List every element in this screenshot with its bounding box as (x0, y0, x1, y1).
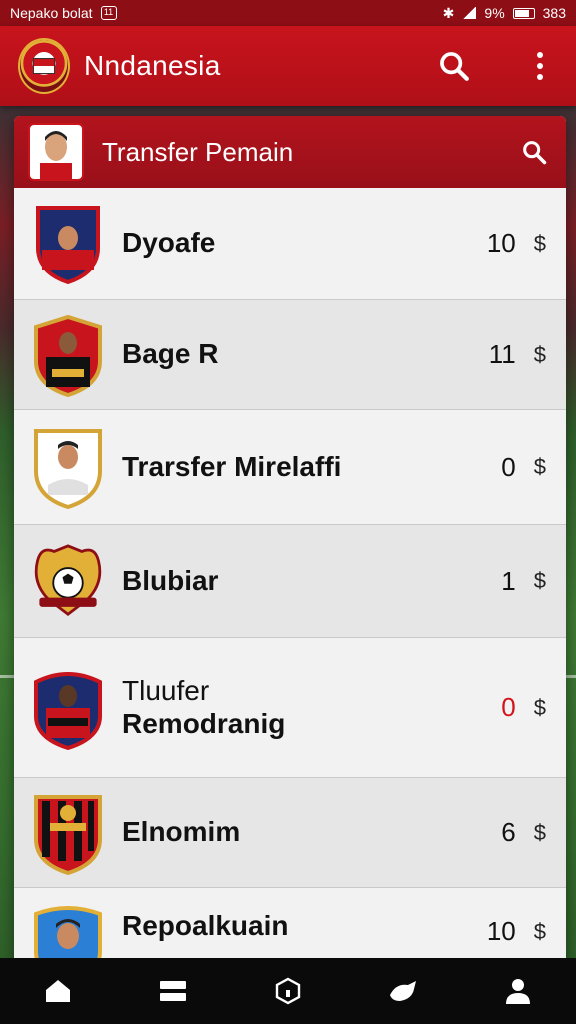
player-subtitle: Tluufer (122, 675, 210, 707)
list-item[interactable]: Dyoafe 10 $ (14, 188, 566, 300)
club-badge-icon (32, 541, 104, 621)
currency-label: $ (533, 918, 546, 944)
notification-icon: 11 (100, 6, 117, 20)
panel-search-button[interactable] (516, 134, 552, 170)
panel-header: Transfer Pemain (14, 116, 566, 188)
search-icon (440, 52, 469, 81)
currency-label: $ (533, 454, 546, 479)
nav-home[interactable] (34, 967, 82, 1015)
bluetooth-icon: ✱ (442, 4, 455, 21)
profile-icon (506, 979, 531, 1004)
club-badge-icon (32, 204, 104, 284)
transfer-count: 6 (501, 817, 516, 847)
battery-percent: 9% (484, 5, 505, 21)
transfer-count: 10 (486, 228, 516, 258)
list-item[interactable]: Tluufer Remodranig 0 $ (14, 638, 566, 778)
transfer-count: 0 (501, 692, 516, 722)
club-badge-icon (32, 314, 104, 397)
player-name: Remodranig (122, 707, 286, 739)
club-badge-icon (32, 793, 104, 875)
player-list: Dyoafe 10 $ Bage R 11 $ Trarsfer Mirelaf… (14, 188, 566, 966)
club-badge-icon (32, 668, 104, 750)
transfer-panel: Transfer Pemain Dyoafe 10 $ Bage R 11 $ (14, 116, 566, 966)
crest-logo-icon (18, 38, 70, 94)
list-item[interactable]: Bage R 11 $ (14, 300, 566, 410)
list-item[interactable]: Trarsfer Mirelaffi 0 $ (14, 410, 566, 525)
player-name: Dyoafe (122, 227, 216, 259)
battery-icon (512, 7, 535, 19)
shield-icon (275, 977, 301, 1005)
player-face-icon (40, 131, 72, 179)
list-item[interactable]: Blubiar 1 $ (14, 525, 566, 638)
currency-label: $ (533, 819, 546, 845)
player-name: Blubiar (122, 564, 219, 596)
search-icon (523, 141, 547, 165)
carrier-label: Nepako bolat (10, 5, 93, 21)
player-name: Elnomim (122, 816, 241, 848)
currency-label: $ (533, 341, 546, 367)
player-avatar (28, 123, 84, 181)
list-item[interactable]: Elnomim 6 $ (14, 778, 566, 888)
home-icon (45, 980, 70, 1002)
app-title: Nndanesia (84, 50, 221, 81)
transfer-icon (390, 981, 417, 1001)
transfer-count: 1 (501, 565, 516, 596)
list-item[interactable]: Repoalkuain 10 $ (14, 888, 566, 966)
club-badge-icon (32, 904, 104, 966)
player-name: Trarsfer Mirelaffi (122, 450, 342, 482)
player-name: Bage R (122, 338, 219, 370)
nav-club[interactable] (264, 967, 312, 1015)
more-vert-icon (537, 52, 543, 80)
transfer-count: 11 (488, 339, 516, 369)
currency-label: $ (533, 568, 546, 593)
list-icon (159, 981, 186, 1001)
nav-transfer[interactable] (379, 967, 427, 1015)
more-options-button[interactable] (522, 48, 558, 84)
currency-label: $ (533, 230, 546, 256)
signal-icon (462, 7, 477, 19)
clock: 383 (542, 5, 566, 21)
bottom-navigation (0, 958, 576, 1024)
currency-label: $ (533, 694, 546, 720)
player-name: Repoalkuain (122, 910, 289, 941)
panel-title: Transfer Pemain (102, 136, 294, 167)
app-bar: Nndanesia (0, 26, 576, 106)
status-bar: Nepako bolat 11 ✱ 9% 383 (0, 0, 576, 26)
transfer-count: 10 (486, 916, 516, 946)
transfer-count: 0 (501, 451, 516, 482)
nav-list[interactable] (149, 967, 197, 1015)
nav-profile[interactable] (494, 967, 542, 1015)
club-badge-icon (32, 427, 104, 509)
search-button[interactable] (436, 48, 472, 84)
